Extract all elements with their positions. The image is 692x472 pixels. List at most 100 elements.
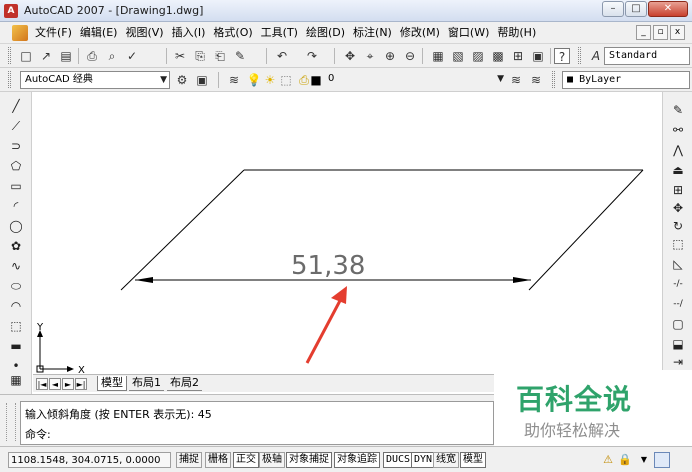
command-window[interactable]: 输入倾斜角度 (按 ENTER 表示无): 45 命令: — [20, 401, 494, 445]
menu-insert[interactable]: 插入(I) — [168, 26, 210, 40]
autocad-logo-icon[interactable]: A — [4, 4, 18, 18]
tab-nav-last-button[interactable]: ►| — [75, 378, 87, 390]
status-menu-chevron-icon[interactable]: ▼ — [636, 452, 652, 468]
arc-icon[interactable]: ◜ — [8, 198, 24, 214]
tool-palettes-icon[interactable]: ▨ — [470, 48, 486, 64]
polar-toggle[interactable]: 极轴 — [259, 452, 285, 468]
text-style-select[interactable]: Standard — [604, 47, 690, 65]
mdi-minimize-button[interactable]: _ — [636, 25, 651, 40]
tab-layout2[interactable]: 布局2 — [167, 376, 202, 391]
dyn-toggle[interactable]: DYN — [411, 452, 436, 468]
line-icon[interactable]: ╱ — [8, 98, 24, 114]
trim-icon[interactable]: -/- — [669, 276, 687, 292]
break-icon[interactable]: ▢ — [669, 316, 687, 332]
move-icon[interactable]: ✥ — [669, 200, 687, 216]
sheet-set-icon[interactable]: ▩ — [490, 48, 506, 64]
design-center-icon[interactable]: ▧ — [450, 48, 466, 64]
drawing-canvas[interactable]: 51,38 Y X — [33, 92, 661, 374]
toolbar-grip[interactable] — [8, 71, 11, 88]
properties-icon[interactable]: ▦ — [430, 48, 446, 64]
scale-icon[interactable]: ⬚ — [669, 236, 687, 252]
ducs-toggle[interactable]: DUCS — [383, 452, 414, 468]
preview-icon[interactable]: ⌕ — [104, 48, 120, 64]
menu-draw[interactable]: 绘图(D) — [302, 26, 349, 40]
zoom-previous-icon[interactable]: ⊖ — [402, 48, 418, 64]
ortho-toggle[interactable]: 正交 — [233, 452, 259, 468]
mdi-close-button[interactable]: x — [670, 25, 685, 40]
copy-icon[interactable]: ⎘ — [192, 48, 208, 64]
menu-edit[interactable]: 编辑(E) — [76, 26, 122, 40]
calculator-icon[interactable]: ▣ — [530, 48, 546, 64]
text-style-icon[interactable]: A — [588, 48, 604, 64]
menu-dimension[interactable]: 标注(N) — [349, 26, 396, 40]
markup-icon[interactable]: ⊞ — [510, 48, 526, 64]
otrack-toggle[interactable]: 对象追踪 — [334, 452, 380, 468]
communication-center-icon[interactable]: ⚠ — [600, 452, 616, 468]
polyline-icon[interactable]: ⊃ — [8, 138, 24, 154]
tab-nav-next-button[interactable]: ► — [62, 378, 74, 390]
extend-icon[interactable]: --/ — [669, 296, 687, 312]
new-icon[interactable]: □ — [18, 48, 34, 64]
menu-tools[interactable]: 工具(T) — [257, 26, 302, 40]
help-icon[interactable]: ? — [554, 48, 570, 64]
color-control-select[interactable]: ■ ByLayer — [562, 71, 690, 89]
layer-previous-icon[interactable]: ≋ — [528, 72, 544, 88]
undo-icon[interactable]: ↶ — [274, 48, 290, 64]
chamfer-icon[interactable]: ⇥ — [669, 354, 687, 370]
tab-nav-prev-button[interactable]: ◄ — [49, 378, 61, 390]
layer-on-icon[interactable]: 💡 — [246, 72, 262, 88]
spline-icon[interactable]: ∿ — [8, 258, 24, 274]
make-block-icon[interactable]: ▬ — [8, 338, 24, 354]
cut-icon[interactable]: ✂ — [172, 48, 188, 64]
menu-window[interactable]: 窗口(W) — [444, 26, 493, 40]
print-icon[interactable]: ⎙ — [84, 48, 100, 64]
menu-file[interactable]: 文件(F) — [31, 26, 76, 40]
erase-icon[interactable]: ✎ — [669, 102, 687, 118]
open-icon[interactable]: ↗ — [38, 48, 54, 64]
circle-icon[interactable]: ◯ — [8, 218, 24, 234]
mirror-icon[interactable]: ⋀ — [669, 142, 687, 158]
join-icon[interactable]: ⬓ — [669, 336, 687, 352]
toolbar-grip[interactable] — [552, 71, 555, 88]
menu-format[interactable]: 格式(O) — [209, 26, 256, 40]
minimize-button[interactable]: – — [602, 1, 624, 17]
mdi-restore-button[interactable]: ▫ — [653, 25, 668, 40]
grid-toggle[interactable]: 栅格 — [205, 452, 231, 468]
command-prompt[interactable]: 命令: — [25, 426, 51, 442]
layer-freeze-icon[interactable]: ☀ — [262, 72, 278, 88]
menu-view[interactable]: 视图(V) — [121, 26, 167, 40]
stretch-icon[interactable]: ◺ — [669, 256, 687, 272]
make-layer-current-icon[interactable]: ≋ — [508, 72, 524, 88]
parallelogram-left-edge[interactable] — [120, 169, 245, 291]
zoom-window-icon[interactable]: ⊕ — [382, 48, 398, 64]
dimension-text[interactable]: 51,38 — [291, 251, 365, 281]
maximize-button[interactable]: □ — [625, 1, 647, 17]
publish-icon[interactable]: ✓ — [124, 48, 140, 64]
pan-icon[interactable]: ✥ — [342, 48, 358, 64]
workspace-settings-icon[interactable]: ⚙ — [174, 72, 190, 88]
close-button[interactable]: ✕ — [648, 1, 688, 17]
offset-icon[interactable]: ⏏ — [669, 162, 687, 178]
copy-object-icon[interactable]: ⚯ — [669, 122, 687, 138]
ellipse-icon[interactable]: ⬭ — [8, 278, 24, 294]
menu-help[interactable]: 帮助(H) — [493, 26, 540, 40]
match-properties-icon[interactable]: ✎ — [232, 48, 248, 64]
clean-screen-icon[interactable] — [654, 452, 670, 468]
construction-line-icon[interactable]: ⟋ — [8, 118, 24, 134]
array-icon[interactable]: ⊞ — [669, 182, 687, 198]
command-grip[interactable] — [6, 403, 16, 441]
polygon-icon[interactable]: ⬠ — [8, 158, 24, 174]
hatch-icon[interactable]: ▦ — [8, 372, 24, 388]
toolbar-grip[interactable] — [8, 47, 11, 64]
paste-icon[interactable]: ⎗ — [212, 48, 228, 64]
save-icon[interactable]: ▤ — [58, 48, 74, 64]
lock-icon[interactable]: 🔒 — [617, 452, 633, 468]
tab-nav-first-button[interactable]: |◄ — [36, 378, 48, 390]
model-space-toggle[interactable]: 模型 — [460, 452, 486, 468]
osnap-toggle[interactable]: 对象捕捉 — [286, 452, 332, 468]
revision-cloud-icon[interactable]: ✿ — [8, 238, 24, 254]
document-icon[interactable] — [12, 25, 28, 41]
zoom-realtime-icon[interactable]: ⌖ — [362, 48, 378, 64]
layer-select[interactable]: 0 ▼ — [324, 71, 506, 89]
redo-icon[interactable]: ↷ — [304, 48, 320, 64]
